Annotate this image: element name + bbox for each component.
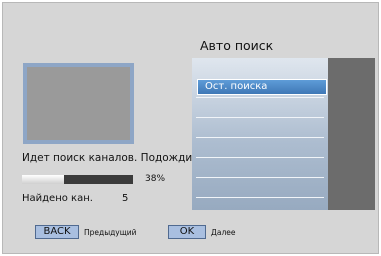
channels-found-count: 5 [122, 193, 129, 204]
ok-hint: Далее [211, 228, 236, 237]
screen-title: Авто поиск [200, 38, 274, 53]
side-panel [328, 58, 375, 210]
back-hint: Предыдущий [84, 228, 137, 237]
stop-scan-item[interactable]: Ост. поиска [197, 79, 327, 95]
scan-status-text: Идет поиск каналов. Подождите. [22, 152, 209, 164]
scan-progress-fill [22, 175, 65, 184]
list-divider [196, 177, 324, 178]
scan-progress-bar [22, 175, 133, 184]
list-divider [196, 197, 324, 198]
list-divider [196, 97, 324, 98]
channels-found: Найдено кан. 5 [22, 193, 128, 204]
ok-button[interactable]: OK [168, 225, 206, 239]
list-divider [196, 137, 324, 138]
channels-found-label: Найдено кан. [22, 193, 93, 204]
scan-progress-percent: 38% [145, 174, 166, 184]
list-divider [196, 157, 324, 158]
channel-preview [23, 63, 134, 144]
list-divider [196, 117, 324, 118]
back-button[interactable]: BACK [35, 225, 79, 239]
